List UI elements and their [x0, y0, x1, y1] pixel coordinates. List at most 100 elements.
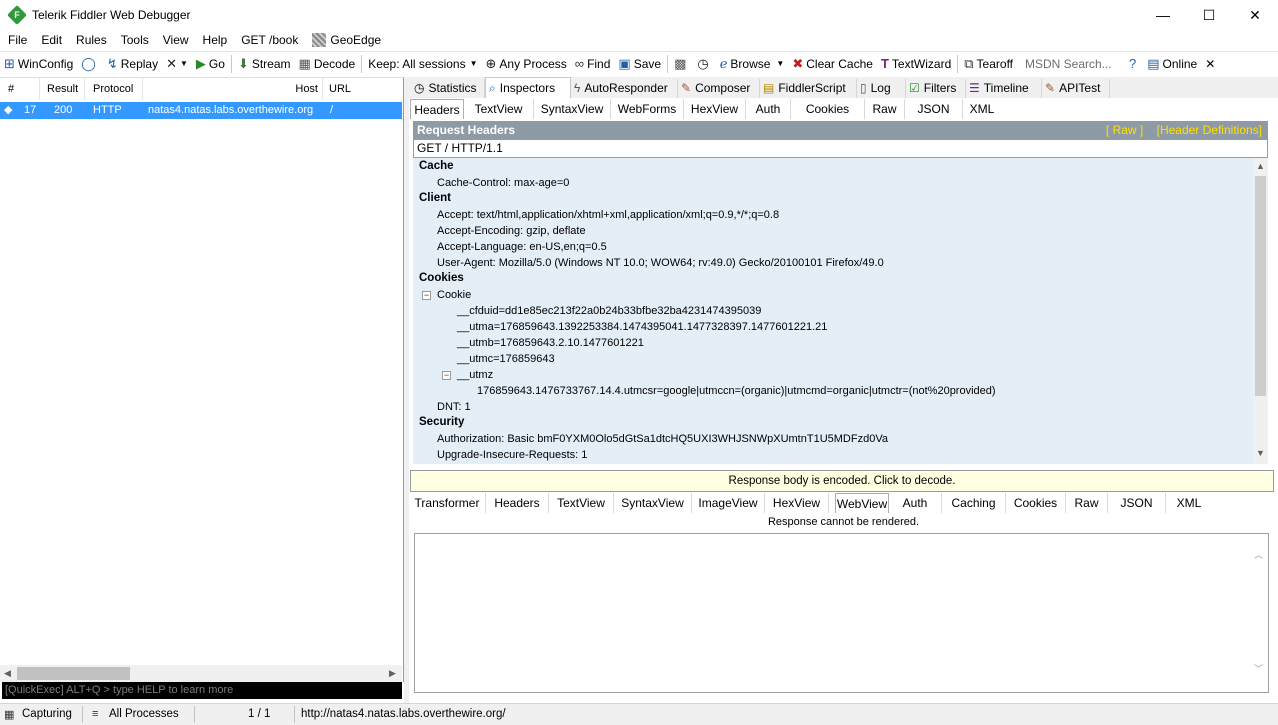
tab-filters[interactable]: ☑ Filters	[906, 79, 966, 98]
request-tab-webforms[interactable]: WebForms	[611, 99, 684, 119]
window-title: Telerik Fiddler Web Debugger	[32, 8, 191, 22]
request-tab-auth[interactable]: Auth	[746, 99, 791, 119]
scroll-right-icon[interactable]: ▶	[385, 668, 400, 679]
help-icon: ?	[1129, 56, 1137, 71]
menu-rules[interactable]: Rules	[69, 30, 114, 50]
panel-splitter[interactable]	[404, 77, 409, 703]
tab-inspectors[interactable]: ⌕ Inspectors	[485, 77, 571, 98]
menu-tools[interactable]: Tools	[114, 30, 156, 50]
tab-fiddlerscript[interactable]: ▤ FiddlerScript	[760, 79, 857, 98]
maximize-button[interactable]: ☐	[1186, 0, 1232, 30]
tab-log[interactable]: ▯ Log	[857, 79, 906, 98]
clear-cache-button[interactable]: ✖ Clear Cache	[788, 52, 877, 76]
vertical-scrollbar[interactable]: ▲ ▼	[1253, 158, 1268, 464]
sessions-list[interactable]: # Result Protocol Host URL ◆ 17 200 HTTP…	[0, 77, 404, 682]
horizontal-scrollbar[interactable]: ◀ ▶	[0, 665, 402, 682]
collapse-icon[interactable]: −	[442, 371, 451, 380]
replay-button[interactable]: ↯ Replay	[103, 52, 162, 76]
response-tab-transformer[interactable]: Transformer	[409, 493, 486, 513]
winconfig-button[interactable]: ⊞ WinConfig	[0, 52, 77, 76]
scroll-down-icon[interactable]: ﹀	[1251, 662, 1266, 675]
textwizard-button[interactable]: T TextWizard	[877, 52, 955, 76]
scroll-down-icon[interactable]: ▼	[1253, 448, 1268, 458]
column-header-host[interactable]: Host	[143, 78, 323, 100]
webview-scrollbar[interactable]: ︿ ﹀	[1250, 534, 1268, 692]
timer-button[interactable]: ◷	[693, 52, 715, 76]
close-button[interactable]: ✕	[1232, 0, 1278, 30]
scroll-left-icon[interactable]: ◀	[0, 668, 15, 679]
save-button[interactable]: ▣ Save	[614, 52, 665, 76]
response-tab-textview[interactable]: TextView	[549, 493, 614, 513]
request-tab-cookies[interactable]: Cookies	[791, 99, 865, 119]
decode-button[interactable]: ▦ Decode	[295, 52, 360, 76]
menu-edit[interactable]: Edit	[34, 30, 69, 50]
keep-sessions-dropdown[interactable]: Keep: All sessions ▼	[364, 52, 481, 76]
request-tab-xml[interactable]: XML	[963, 99, 1001, 119]
response-tab-cookies[interactable]: Cookies	[1006, 493, 1066, 513]
column-header-protocol[interactable]: Protocol	[85, 78, 143, 100]
any-process-button[interactable]: ⊕ Any Process	[482, 52, 571, 76]
screenshot-button[interactable]: ▩	[670, 52, 693, 76]
stream-icon: ⬇	[237, 55, 249, 71]
request-tab-raw[interactable]: Raw	[865, 99, 905, 119]
scrollbar-thumb[interactable]	[1255, 176, 1266, 396]
column-header-url[interactable]: URL	[323, 78, 402, 100]
remove-button[interactable]: ✕ ▼	[162, 52, 192, 76]
response-tab-caching[interactable]: Caching	[942, 493, 1006, 513]
decode-notice-bar[interactable]: Response body is encoded. Click to decod…	[410, 470, 1274, 492]
comment-button[interactable]: ◯	[77, 52, 103, 76]
header-definitions-link[interactable]: [Header Definitions]	[1157, 123, 1262, 137]
browse-button[interactable]: ℯ Browse ▼	[716, 52, 789, 76]
tab-timeline[interactable]: ☰ Timeline	[966, 79, 1042, 98]
tab-apitest[interactable]: ✎ APITest	[1042, 79, 1110, 98]
menu-help[interactable]: Help	[196, 30, 235, 50]
close-toolbar-button[interactable]: ✕	[1201, 52, 1219, 76]
response-tab-syntaxview[interactable]: SyntaxView	[614, 493, 692, 513]
menu-geoedge[interactable]: GeoEdge	[305, 30, 388, 50]
session-arrows-icon: ◆	[4, 104, 13, 116]
menu-get-book[interactable]: GET /book	[234, 30, 305, 50]
response-tab-json[interactable]: JSON	[1108, 493, 1166, 513]
table-row[interactable]: ◆ 17 200 HTTP natas4.natas.labs.overthew…	[0, 102, 402, 119]
minimize-button[interactable]: —	[1140, 0, 1186, 30]
tab-autoresponder[interactable]: ϟ AutoResponder	[571, 79, 678, 98]
request-tab-headers[interactable]: Headers	[410, 99, 464, 119]
go-button[interactable]: ▶ Go	[192, 52, 229, 76]
help-button[interactable]: ?	[1125, 52, 1143, 76]
column-header-result[interactable]: Result	[40, 78, 85, 100]
webview-panel[interactable]	[414, 533, 1269, 693]
header-line: Accept: text/html,application/xhtml+xml,…	[437, 209, 780, 221]
response-tab-hexview[interactable]: HexView	[765, 493, 829, 513]
find-button[interactable]: ∞ Find	[571, 52, 615, 76]
quickexec-input[interactable]: [QuickExec] ALT+Q > type HELP to learn m…	[2, 682, 402, 699]
response-tab-auth[interactable]: Auth	[889, 493, 942, 513]
headers-tree[interactable]: Cache Cache-Control: max-age=0 Client Ac…	[413, 158, 1253, 464]
request-tab-syntaxview[interactable]: SyntaxView	[534, 99, 611, 119]
column-header-number[interactable]: #	[0, 78, 40, 100]
msdn-search-input[interactable]: MSDN Search...	[1019, 53, 1124, 74]
session-count: 1 / 1	[248, 708, 271, 720]
response-tab-webview[interactable]: WebView	[835, 493, 889, 513]
scrollbar-thumb[interactable]	[17, 667, 130, 680]
toolbar-separator	[667, 54, 669, 73]
menu-view[interactable]: View	[156, 30, 196, 50]
online-indicator[interactable]: ▤ Online	[1143, 52, 1201, 76]
process-filter[interactable]: All Processes	[109, 708, 179, 720]
response-tab-headers[interactable]: Headers	[486, 493, 549, 513]
scroll-up-icon[interactable]: ︿	[1251, 548, 1266, 561]
tearoff-button[interactable]: ⧉ Tearoff	[960, 52, 1017, 76]
request-tab-json[interactable]: JSON	[905, 99, 963, 119]
request-tab-textview[interactable]: TextView	[464, 99, 534, 119]
request-tab-hexview[interactable]: HexView	[684, 99, 746, 119]
collapse-icon[interactable]: −	[422, 291, 431, 300]
tab-statistics[interactable]: ◷ Statistics	[411, 79, 485, 98]
raw-link[interactable]: [ Raw ]	[1106, 123, 1143, 137]
tab-composer[interactable]: ✎ Composer	[678, 79, 760, 98]
response-tab-xml[interactable]: XML	[1166, 493, 1212, 513]
scroll-up-icon[interactable]: ▲	[1253, 161, 1268, 171]
response-tab-raw[interactable]: Raw	[1066, 493, 1108, 513]
menu-file[interactable]: File	[0, 30, 34, 50]
stream-button[interactable]: ⬇ Stream	[234, 52, 295, 76]
capturing-toggle[interactable]: Capturing	[22, 708, 72, 720]
response-tab-imageview[interactable]: ImageView	[692, 493, 765, 513]
